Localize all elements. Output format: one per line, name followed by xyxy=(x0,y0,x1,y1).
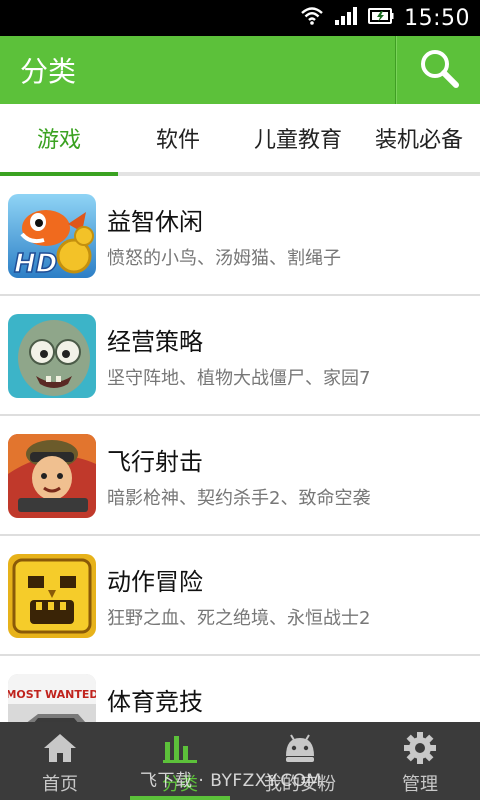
page-title: 分类 xyxy=(20,55,77,88)
zombie-game-icon xyxy=(8,314,96,398)
category-title: 益智休闲 xyxy=(107,208,203,236)
tab-software[interactable]: 软件 xyxy=(118,104,238,172)
search-icon xyxy=(417,46,461,94)
tab-label: 儿童教育 xyxy=(253,128,342,153)
category-title: 飞行射击 xyxy=(107,448,203,476)
category-subtitle: 坚守阵地、植物大战僵尸、家园7 xyxy=(107,368,371,389)
signal-icon xyxy=(334,6,358,30)
category-title: 经营策略 xyxy=(107,328,203,356)
tab-games[interactable]: 游戏 xyxy=(0,104,118,172)
watermark-text: 飞下载 · BYFZXY.COM xyxy=(140,771,322,791)
category-title: 动作冒险 xyxy=(107,568,203,596)
app-header: 分类 xyxy=(0,36,480,104)
nav-label: 首页 xyxy=(42,774,78,795)
bar-chart-icon xyxy=(160,730,200,766)
list-item-puzzle-casual[interactable]: HD 益智休闲 愤怒的小鸟、汤姆猫、割绳子 xyxy=(0,176,480,296)
racing-game-icon: MOST WANTED xyxy=(8,674,96,722)
list-item-action-adventure[interactable]: 动作冒险 狂野之血、死之绝境、永恒战士2 xyxy=(0,536,480,656)
tab-label: 游戏 xyxy=(36,128,81,153)
category-subtitle: 暗影枪神、契约杀手2、致命空袭 xyxy=(107,488,371,509)
nav-home[interactable]: 首页 xyxy=(0,722,120,800)
nav-manage[interactable]: 管理 xyxy=(360,722,480,800)
icon-hd-text: HD xyxy=(14,249,57,278)
android-icon xyxy=(280,730,320,766)
category-subtitle: 狂野之血、死之绝境、永恒战士2 xyxy=(107,608,371,629)
category-subtitle: 愤怒的小鸟、汤姆猫、割绳子 xyxy=(107,248,341,269)
battery-icon xyxy=(368,7,394,29)
tab-kids-education[interactable]: 儿童教育 xyxy=(238,104,358,172)
list-item-strategy[interactable]: 经营策略 坚守阵地、植物大战僵尸、家园7 xyxy=(0,296,480,416)
list-item-shooting[interactable]: 飞行射击 暗影枪神、契约杀手2、致命空袭 xyxy=(0,416,480,536)
status-bar: 15:50 xyxy=(0,0,480,36)
tab-label: 装机必备 xyxy=(374,128,463,153)
soldier-game-icon xyxy=(8,434,96,518)
category-tabs: 游戏 软件 儿童教育 装机必备 xyxy=(0,104,480,176)
temple-game-icon xyxy=(8,554,96,638)
nav-label: 管理 xyxy=(402,774,438,795)
category-title: 体育竞技 xyxy=(107,688,203,716)
search-button[interactable] xyxy=(397,36,480,104)
status-time: 15:50 xyxy=(404,5,470,31)
tab-essentials[interactable]: 装机必备 xyxy=(358,104,480,172)
wifi-icon xyxy=(300,6,324,30)
gear-icon xyxy=(400,730,440,766)
fish-game-icon: HD xyxy=(8,194,96,278)
list-item-sports[interactable]: MOST WANTED 体育竞技 xyxy=(0,656,480,722)
icon-most-wanted-text: MOST WANTED xyxy=(8,688,96,701)
tab-label: 软件 xyxy=(155,128,200,153)
category-list: HD 益智休闲 愤怒的小鸟、汤姆猫、割绳子 经营策略 坚守阵地、植物大战僵尸、家… xyxy=(0,176,480,722)
bottom-navigation: 首页 分类 我的安粉 管理 飞下载 · BYFZXY.COM xyxy=(0,722,480,800)
home-icon xyxy=(40,730,80,766)
nav-active-indicator xyxy=(130,796,230,800)
